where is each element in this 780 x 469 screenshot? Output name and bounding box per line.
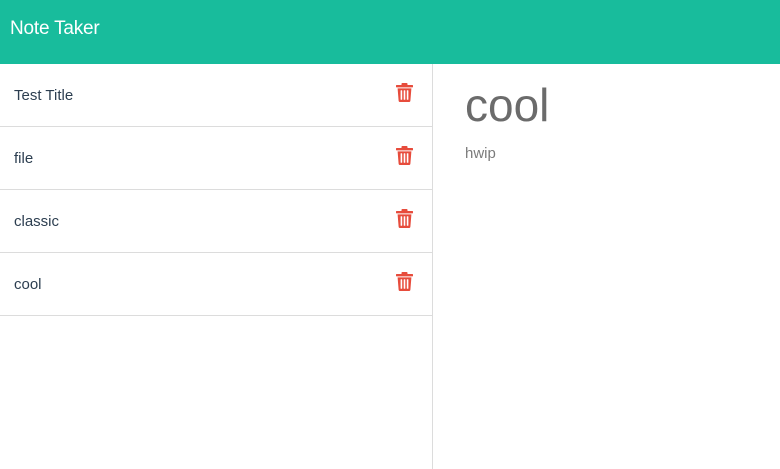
note-list-title[interactable]: classic bbox=[14, 212, 59, 232]
navbar: Note Taker bbox=[0, 0, 780, 64]
trash-icon[interactable] bbox=[396, 146, 413, 165]
note-text-field[interactable]: hwip bbox=[465, 144, 496, 164]
note-editor: cool hwip bbox=[433, 64, 780, 469]
app-brand[interactable]: Note Taker bbox=[10, 17, 100, 41]
trash-icon[interactable] bbox=[396, 209, 413, 228]
trash-icon[interactable] bbox=[396, 83, 413, 102]
note-title-field[interactable]: cool bbox=[465, 78, 549, 132]
notes-list: Test Title file classic cool bbox=[0, 64, 433, 469]
note-list-item[interactable]: file bbox=[0, 127, 432, 190]
note-list-title[interactable]: file bbox=[14, 149, 33, 169]
note-list-item[interactable]: Test Title bbox=[0, 64, 432, 127]
note-list-title[interactable]: Test Title bbox=[14, 86, 73, 106]
note-list-item[interactable]: cool bbox=[0, 253, 432, 316]
trash-icon[interactable] bbox=[396, 272, 413, 291]
note-list-title[interactable]: cool bbox=[14, 275, 42, 295]
note-list-item[interactable]: classic bbox=[0, 190, 432, 253]
